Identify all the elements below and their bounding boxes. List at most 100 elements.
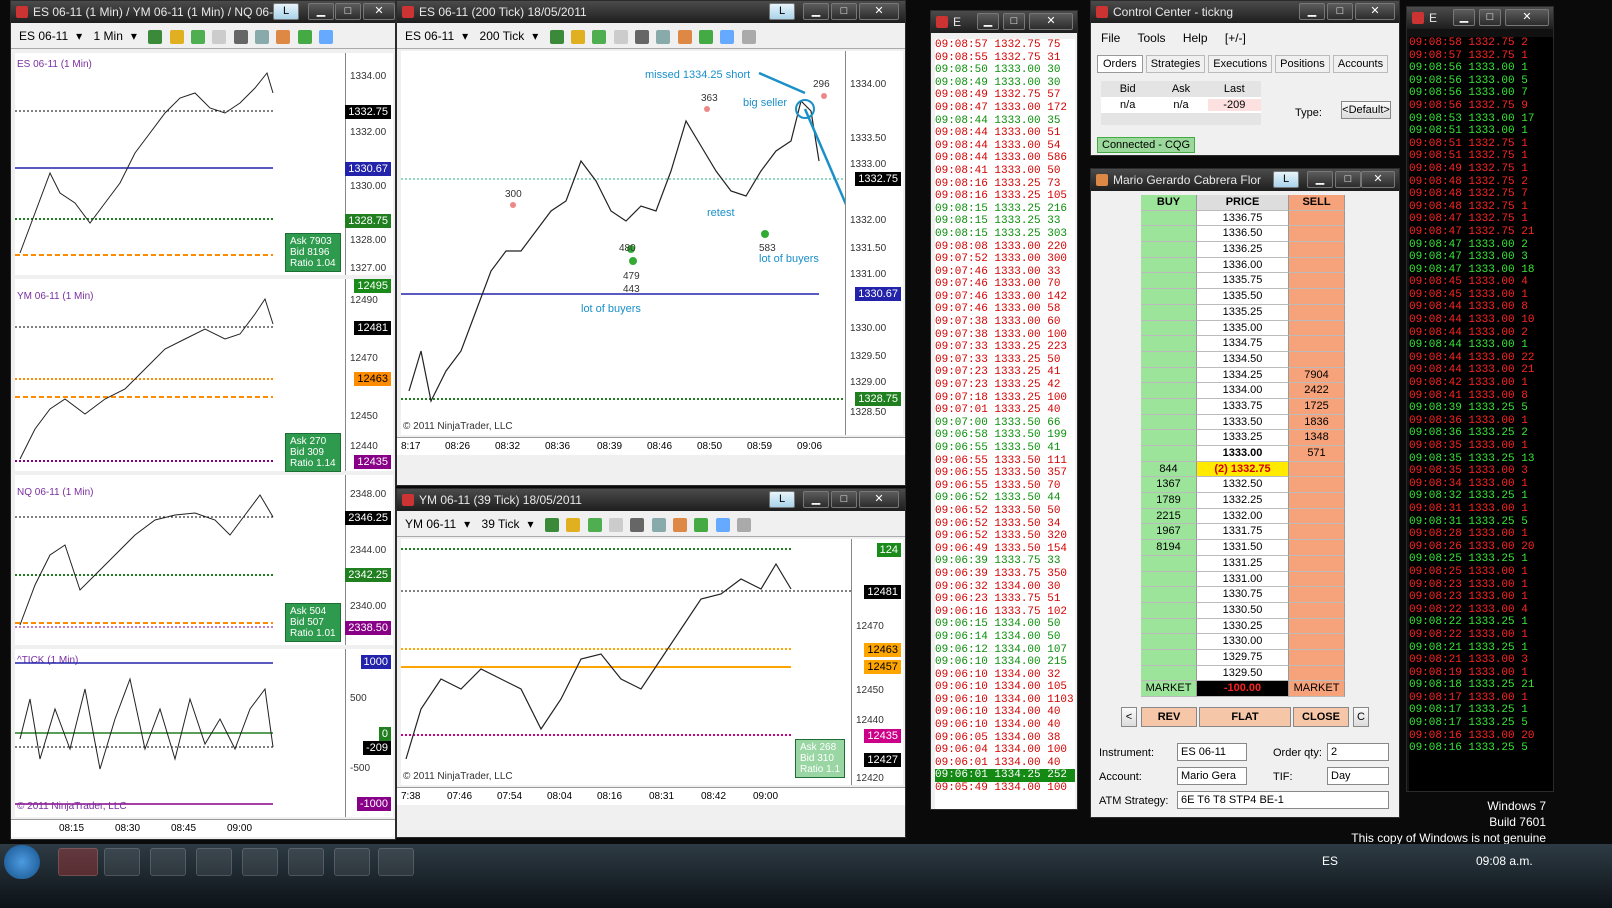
instrument-dropdown[interactable]: ES 06-11: [1177, 743, 1247, 761]
properties-icon[interactable]: [737, 517, 751, 532]
flat-button[interactable]: FLAT: [1199, 707, 1291, 727]
buy-cell[interactable]: [1141, 430, 1197, 446]
buy-cell[interactable]: [1141, 304, 1197, 321]
ladder-row[interactable]: 1336.00: [1141, 257, 1345, 274]
zoom-icon[interactable]: [656, 29, 671, 44]
sell-cell[interactable]: [1289, 242, 1345, 258]
link-button[interactable]: L: [273, 3, 299, 20]
app-taskbar-icon[interactable]: [288, 848, 324, 876]
instrument-selector[interactable]: ES 06-11: [405, 29, 454, 43]
crosshair-icon[interactable]: [630, 517, 645, 532]
price-cell[interactable]: 1335.50: [1197, 289, 1289, 305]
buy-cell[interactable]: [1141, 571, 1197, 588]
indicator-icon[interactable]: [587, 517, 602, 532]
pencil-icon[interactable]: [570, 29, 585, 44]
buy-cell[interactable]: [1141, 273, 1197, 290]
ladder-row[interactable]: 1333.75 1725: [1141, 398, 1345, 415]
chevron-down-icon[interactable]: ▾: [131, 29, 137, 43]
ladder-row[interactable]: 1333.00 571: [1141, 446, 1345, 462]
buy-cell[interactable]: [1141, 587, 1197, 603]
buy-cell[interactable]: [1141, 398, 1197, 415]
price-cell[interactable]: 1329.50: [1197, 665, 1289, 682]
chart-trader-icon[interactable]: [677, 29, 692, 44]
pencil-icon[interactable]: [169, 29, 184, 44]
sell-cell[interactable]: [1289, 336, 1345, 352]
buy-cell[interactable]: [1141, 383, 1197, 399]
close-button[interactable]: ✕: [1355, 3, 1395, 20]
buy-cell[interactable]: [1141, 555, 1197, 572]
buy-cell[interactable]: [1141, 414, 1197, 431]
price-cell[interactable]: 1335.25: [1197, 304, 1289, 321]
qty-input[interactable]: 2: [1327, 743, 1389, 761]
tab-accounts[interactable]: Accounts: [1332, 55, 1389, 73]
ladder-row[interactable]: 1336.25: [1141, 242, 1345, 258]
buy-cell[interactable]: [1141, 242, 1197, 258]
ladder-row[interactable]: 1333.50 1836: [1141, 414, 1345, 431]
close-button[interactable]: ✕: [1029, 13, 1073, 30]
ladder-row[interactable]: 1335.25: [1141, 304, 1345, 321]
data-box-icon[interactable]: [694, 517, 709, 532]
buy-cell[interactable]: 1789: [1141, 493, 1197, 509]
price-cell[interactable]: 1336.50: [1197, 226, 1289, 243]
buy-cell[interactable]: [1141, 618, 1197, 635]
tab-orders[interactable]: Orders: [1097, 55, 1143, 73]
app-taskbar-icon[interactable]: [242, 848, 278, 876]
chevron-down-icon[interactable]: ▾: [532, 29, 538, 43]
close-button[interactable]: ✕: [1505, 9, 1549, 26]
chevron-down-icon[interactable]: ▾: [528, 517, 534, 531]
chevron-down-icon[interactable]: ▾: [76, 29, 82, 43]
sell-cell[interactable]: 1348: [1289, 430, 1345, 446]
price-cell[interactable]: 1333.50: [1197, 414, 1289, 431]
menu-file[interactable]: File: [1101, 31, 1120, 45]
rev-button[interactable]: REV: [1141, 707, 1197, 727]
price-cell[interactable]: 1334.00: [1197, 383, 1289, 399]
indicator-icon[interactable]: [592, 29, 607, 44]
price-cell[interactable]: 1336.00: [1197, 257, 1289, 274]
maximize-button[interactable]: □: [831, 491, 857, 508]
buy-cell[interactable]: [1141, 320, 1197, 337]
instrument-selector[interactable]: ES 06-11: [19, 29, 68, 43]
close-button[interactable]: ✕: [1361, 171, 1395, 188]
price-cell[interactable]: 1333.75: [1197, 398, 1289, 415]
type-dropdown[interactable]: <Default>: [1341, 101, 1391, 119]
price-cell[interactable]: 1336.75: [1197, 210, 1289, 227]
buy-cell[interactable]: 1967: [1141, 524, 1197, 541]
buy-cell[interactable]: [1141, 665, 1197, 682]
link-button[interactable]: L: [1273, 171, 1299, 188]
screenshot-icon[interactable]: [715, 517, 730, 532]
ladder-row[interactable]: 1967 1331.75: [1141, 524, 1345, 541]
price-cell[interactable]: 1333.25: [1197, 430, 1289, 446]
ladder-row[interactable]: 1336.50: [1141, 226, 1345, 243]
minimize-button[interactable]: ▁: [803, 3, 829, 20]
sell-cell[interactable]: [1289, 461, 1345, 478]
sell-cell[interactable]: [1289, 524, 1345, 541]
sell-cell[interactable]: 571: [1289, 446, 1345, 462]
app-taskbar-icon[interactable]: [334, 848, 370, 876]
buy-cell[interactable]: [1141, 367, 1197, 384]
sell-cell[interactable]: [1289, 257, 1345, 274]
data-box-icon[interactable]: [699, 29, 714, 44]
sell-cell[interactable]: [1289, 477, 1345, 494]
buy-cell[interactable]: [1141, 210, 1197, 227]
price-cell[interactable]: 1330.25: [1197, 618, 1289, 635]
close-button[interactable]: ✕: [363, 3, 395, 20]
sell-cell[interactable]: [1289, 602, 1345, 619]
menu-tools[interactable]: Tools: [1137, 31, 1165, 45]
minimize-button[interactable]: ▁: [977, 13, 999, 30]
tick-index-pane[interactable]: ^TICK (1 Min) © 2011 NinjaTrader, LLC: [15, 649, 345, 817]
menu-help[interactable]: Help: [1183, 31, 1208, 45]
firefox-taskbar-icon[interactable]: [196, 848, 232, 876]
price-cell[interactable]: 1331.50: [1197, 540, 1289, 556]
properties-icon[interactable]: [741, 29, 756, 44]
screenshot-icon[interactable]: [319, 29, 333, 44]
ladder-row[interactable]: 1334.00 2422: [1141, 383, 1345, 399]
ladder-row[interactable]: 2215 1332.00: [1141, 508, 1345, 525]
ladder-row[interactable]: 1333.25 1348: [1141, 430, 1345, 446]
ladder-row[interactable]: 1335.75: [1141, 273, 1345, 290]
price-cell[interactable]: 1334.25: [1197, 367, 1289, 384]
ninjatrader-taskbar-icon[interactable]: [58, 848, 98, 876]
sell-cell[interactable]: [1289, 351, 1345, 368]
price-cell[interactable]: 1335.00: [1197, 320, 1289, 337]
interval-selector[interactable]: 39 Tick: [482, 517, 520, 531]
minimize-button[interactable]: ▁: [308, 3, 334, 20]
